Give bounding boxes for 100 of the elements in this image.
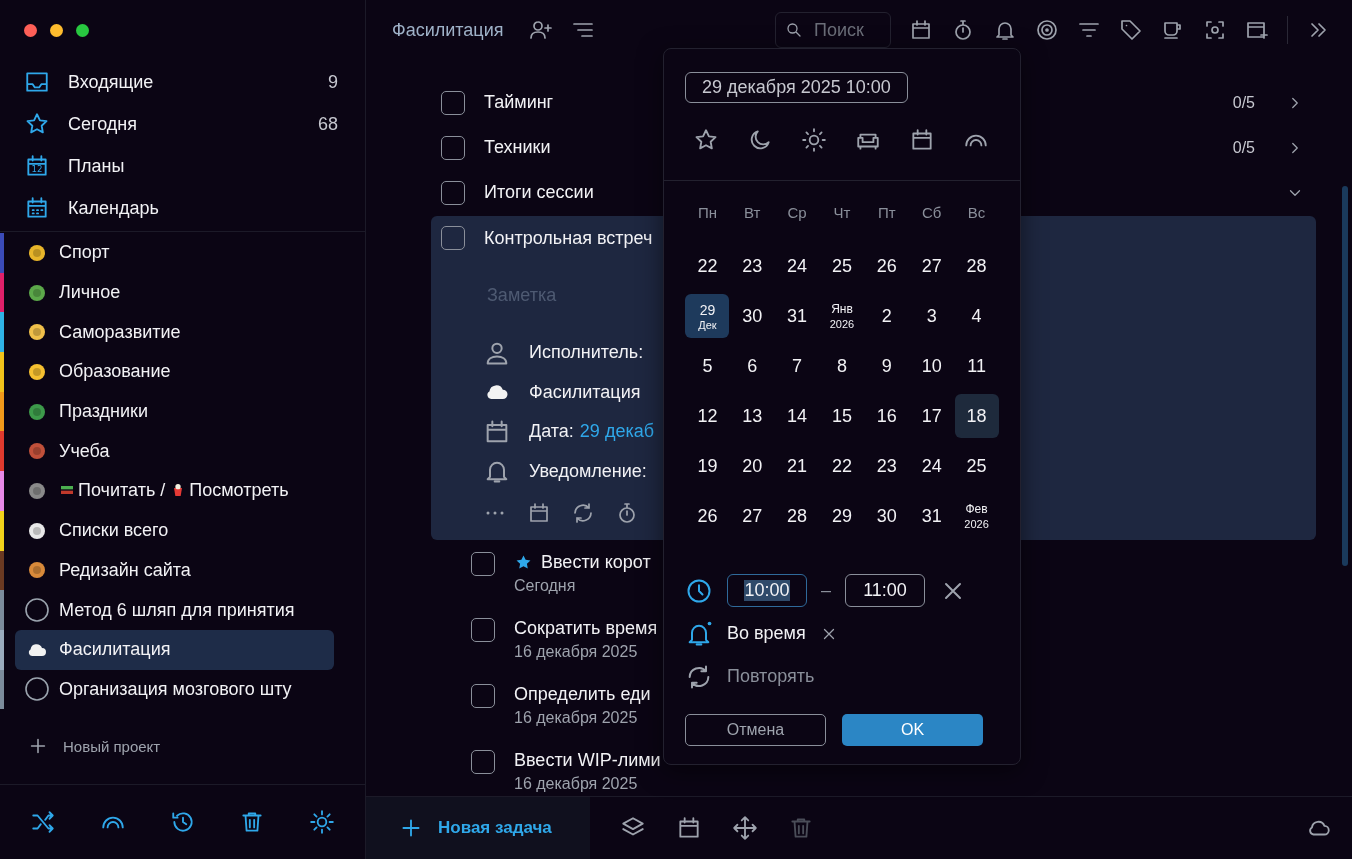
end-time-field[interactable]: 11:00 xyxy=(845,574,925,607)
range-dash: – xyxy=(821,580,831,601)
calendar-day[interactable]: 2 xyxy=(864,294,909,338)
project-title: Фасилитация xyxy=(392,19,504,41)
calendar-day[interactable]: 29 Дек xyxy=(685,294,730,338)
date-link[interactable]: 29 декаб xyxy=(579,421,654,443)
move-icon[interactable] xyxy=(732,815,758,841)
weekday-label: Чт xyxy=(833,203,851,221)
calendar-day[interactable]: 25 xyxy=(820,244,864,288)
calendar-day[interactable]: 27 xyxy=(730,494,775,538)
new-task-button[interactable]: Новая задача xyxy=(366,797,590,859)
focus-frame-icon[interactable] xyxy=(1203,18,1227,42)
calendar-day[interactable]: 26 xyxy=(864,244,909,288)
calendar-day[interactable]: 22 xyxy=(685,244,730,288)
minimize-window-button[interactable] xyxy=(50,24,63,37)
calendar-day[interactable]: 20 xyxy=(730,444,775,488)
sidebar-item[interactable]: Сегодня 68 xyxy=(24,103,350,145)
calendar-day[interactable]: 30 xyxy=(864,494,909,538)
target-icon[interactable] xyxy=(1035,18,1059,42)
calendar-day[interactable]: 11 xyxy=(954,344,999,388)
repeat-icon[interactable] xyxy=(571,501,595,525)
calendar-day[interactable]: 29 xyxy=(820,494,864,538)
calendar-day[interactable]: Янв 2026 xyxy=(820,294,864,338)
calendar-day[interactable]: 22 xyxy=(820,444,864,488)
reminder-label[interactable]: Во время xyxy=(727,623,806,644)
calendar-day[interactable]: 24 xyxy=(775,244,820,288)
calendar-day[interactable]: 26 xyxy=(685,494,730,538)
checkbox[interactable] xyxy=(441,135,465,160)
calendar-day[interactable]: 3 xyxy=(909,294,954,338)
checkbox[interactable] xyxy=(441,90,465,115)
calendar-day[interactable]: 10 xyxy=(909,344,954,388)
tag-icon[interactable] xyxy=(1119,18,1143,42)
project-item[interactable]: Образование xyxy=(15,352,334,392)
project-item[interactable]: Почитать / Посмотреть xyxy=(15,471,334,511)
checkbox[interactable] xyxy=(471,552,495,576)
calendar-day[interactable]: 17 xyxy=(909,394,954,438)
calendar-day[interactable]: 18 xyxy=(954,394,999,438)
project-item[interactable]: Саморазвитие xyxy=(15,312,334,353)
calendar-day[interactable]: 21 xyxy=(775,444,820,488)
checkbox[interactable] xyxy=(471,750,495,774)
calendar-day[interactable]: 5 xyxy=(685,344,730,388)
calendar-day[interactable]: 28 xyxy=(775,494,820,538)
checkbox[interactable] xyxy=(471,618,495,642)
calendar-day[interactable]: 24 xyxy=(909,444,954,488)
calendar-day[interactable]: 12 xyxy=(685,394,730,438)
history-icon[interactable] xyxy=(169,809,196,835)
add-user-icon[interactable] xyxy=(529,18,554,42)
project-item[interactable]: Организация мозгового шту xyxy=(15,669,334,710)
calendar-day[interactable]: 25 xyxy=(954,444,999,488)
calendar-day[interactable]: 23 xyxy=(730,244,775,288)
project-item[interactable]: Праздники xyxy=(15,391,334,432)
calendar-day[interactable]: 13 xyxy=(730,394,775,438)
search-field[interactable]: Поиск xyxy=(775,12,891,48)
calendar-day[interactable]: 16 xyxy=(864,394,909,438)
calendar-icon[interactable] xyxy=(527,501,551,525)
calendar-day[interactable]: 31 xyxy=(775,294,820,338)
calendar-icon[interactable] xyxy=(909,18,933,42)
calendar-icon[interactable] xyxy=(909,127,935,153)
calendar-day[interactable]: 27 xyxy=(909,244,954,288)
calendar-icon[interactable] xyxy=(676,815,702,841)
project-item[interactable]: Редизайн сайта xyxy=(15,550,334,591)
checkbox[interactable] xyxy=(441,180,465,205)
project-item[interactable]: Личное xyxy=(15,272,334,313)
new-project-button[interactable]: Новый проект xyxy=(27,735,365,758)
sun-icon[interactable] xyxy=(801,127,827,153)
calendar-day[interactable]: 23 xyxy=(864,444,909,488)
calendar-day[interactable]: 4 xyxy=(954,294,999,338)
sidebar-item[interactable]: Входящие 9 xyxy=(24,61,350,103)
scrollbar[interactable] xyxy=(1342,186,1348,566)
calendar-day[interactable]: 30 xyxy=(730,294,775,338)
sidebar-item[interactable]: 12 Планы xyxy=(24,145,350,187)
calendar-day[interactable]: 28 xyxy=(954,244,999,288)
zoom-window-button[interactable] xyxy=(76,24,89,37)
checkbox[interactable] xyxy=(441,226,465,250)
calendar-day[interactable]: 7 xyxy=(775,344,820,388)
cancel-button[interactable]: Отмена xyxy=(685,714,826,746)
start-time-field[interactable]: 10:00 xyxy=(727,574,807,607)
ok-button[interactable]: OK xyxy=(842,714,983,746)
calendar-day[interactable]: Фев 2026 xyxy=(954,494,999,538)
calendar-day[interactable]: 14 xyxy=(775,394,820,438)
calendar-day[interactable]: 8 xyxy=(820,344,864,388)
close-window-button[interactable] xyxy=(24,24,37,37)
gear-icon[interactable] xyxy=(309,809,335,835)
calendar-day[interactable]: 19 xyxy=(685,444,730,488)
calendar-day[interactable]: 6 xyxy=(730,344,775,388)
task-title: Тайминг xyxy=(484,92,554,113)
sidebar-item[interactable]: Календарь xyxy=(24,187,350,229)
due-date: 16 декабря 2025 xyxy=(514,643,639,661)
shuffle-icon[interactable] xyxy=(30,809,56,835)
repeat-label[interactable]: Повторять xyxy=(727,666,815,687)
calendar-day[interactable]: 9 xyxy=(864,344,909,388)
calendar-day[interactable]: 31 xyxy=(909,494,954,538)
calendar-day[interactable]: 15 xyxy=(820,394,864,438)
project-item[interactable]: Списки всего xyxy=(15,510,334,551)
date-field[interactable]: 29 декабря 2025 10:00 xyxy=(685,72,908,103)
project-item[interactable]: Метод 6 шляп для принятия xyxy=(15,590,334,630)
checkbox[interactable] xyxy=(471,684,495,708)
project-item[interactable]: Учеба xyxy=(15,431,334,472)
task-title: Сократить время xyxy=(514,618,658,639)
project-item[interactable]: Спорт xyxy=(15,233,334,273)
